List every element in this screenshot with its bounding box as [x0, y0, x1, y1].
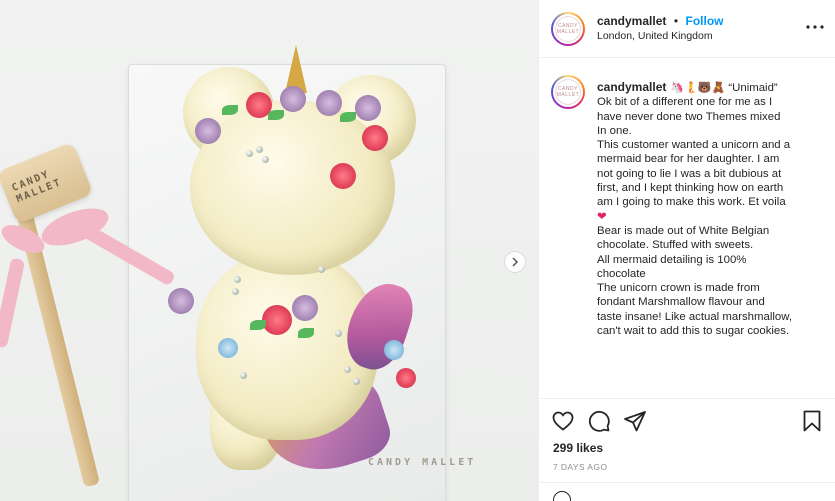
sugar-leaf: [298, 328, 314, 338]
bear-head: [190, 100, 395, 275]
header-user-row: candymallet • Follow: [597, 12, 723, 30]
sugar-pearl: [344, 366, 351, 373]
heart-icon[interactable]: [551, 409, 575, 433]
caption-line: first, and I kept thinking how on earth: [597, 182, 784, 195]
caption-line: In one.: [597, 124, 632, 137]
pink-ribbon-tail: [0, 257, 26, 349]
caption-line: mermaid bear for her daughter. I am: [597, 153, 780, 166]
caption-username[interactable]: candymallet: [597, 80, 666, 94]
header-username[interactable]: candymallet: [597, 14, 666, 28]
sugar-flower: [168, 288, 194, 314]
sugar-flower: [292, 295, 318, 321]
share-icon[interactable]: [623, 409, 647, 433]
chevron-right-icon: [512, 257, 519, 267]
comment-icon[interactable]: [587, 409, 611, 433]
caption-emojis: 🦄🧜🐻🧸: [670, 81, 726, 94]
caption-avatar[interactable]: CANDY MALLET: [551, 75, 585, 109]
caption-line: fondant Marshmallow flavour and: [597, 296, 765, 309]
heart-emoji: ❤: [597, 210, 607, 223]
caption-line: Bear is made out of White Belgian: [597, 224, 770, 237]
sugar-flower: [316, 90, 342, 116]
sugar-pearl: [246, 150, 253, 157]
avatar-logo: CANDY MALLET: [553, 14, 583, 44]
sugar-leaf: [340, 112, 356, 122]
likes-count[interactable]: 299 likes: [553, 441, 603, 455]
caption-title: “Unimaid”: [728, 82, 778, 94]
post-actions: [539, 398, 835, 442]
smiley-icon[interactable]: [553, 491, 571, 501]
sugar-flower: [355, 95, 381, 121]
avatar-logo: CANDY MALLET: [553, 77, 583, 107]
caption-line: have never done two Themes mixed: [597, 110, 781, 123]
caption-line: am I going to make this work. Et voila: [597, 196, 786, 209]
avatar[interactable]: CANDY MALLET: [551, 12, 585, 46]
caption-line: not going to lie I was a bit dubious at: [597, 167, 782, 180]
caption-line: This customer wanted a unicorn and a: [597, 139, 791, 152]
caption-line: Ok bit of a different one for me as I: [597, 96, 773, 109]
sugar-flower: [195, 118, 221, 144]
sugar-pearl: [232, 288, 239, 295]
post-photo[interactable]: CANDY MALLET CANDY MALLET: [0, 0, 538, 501]
next-photo-button[interactable]: [504, 251, 526, 273]
sugar-flower: [280, 86, 306, 112]
sugar-pearl: [234, 276, 241, 283]
sugar-pearl: [262, 156, 269, 163]
post-sidebar: CANDY MALLET candymallet • Follow London…: [538, 0, 835, 501]
caption-line: chocolate. Stuffed with sweets.: [597, 239, 754, 252]
sugar-flower: [362, 125, 388, 151]
sugar-pearl: [318, 266, 325, 273]
sugar-pearl: [240, 372, 247, 379]
sugar-flower: [330, 163, 356, 189]
caption-line: The unicorn crown is made from: [597, 282, 760, 295]
sugar-leaf: [250, 320, 266, 330]
sugar-pearl: [256, 146, 263, 153]
follow-button[interactable]: Follow: [685, 14, 723, 28]
sugar-leaf: [268, 110, 284, 120]
post-timestamp[interactable]: 7 DAYS AGO: [553, 462, 607, 472]
caption-line: can't wait to add this to sugar cookies.: [597, 325, 790, 338]
ellipsis-icon[interactable]: [806, 16, 824, 34]
sugar-flower: [262, 305, 292, 335]
caption: candymallet 🦄🧜🐻🧸 “Unimaid” Ok bit of a di…: [597, 80, 827, 338]
sugar-flower: [218, 338, 238, 358]
bookmark-icon[interactable]: [800, 409, 824, 433]
location-link[interactable]: London, United Kingdom: [597, 30, 713, 42]
sugar-leaf: [222, 105, 238, 115]
sugar-flower: [384, 340, 404, 360]
sugar-flower: [396, 368, 416, 388]
caption-line: All mermaid detailing is 100%: [597, 253, 747, 266]
caption-head: candymallet 🦄🧜🐻🧸 “Unimaid”: [597, 80, 827, 95]
caption-line: taste insane! Like actual marshmallow,: [597, 310, 793, 323]
comment-bar: [539, 482, 835, 501]
board-brand-text: CANDY MALLET: [368, 457, 477, 468]
sugar-pearl: [353, 378, 360, 385]
sugar-pearl: [335, 330, 342, 337]
caption-line: chocolate: [597, 267, 646, 280]
header-separator: •: [673, 14, 679, 28]
post-header: CANDY MALLET candymallet • Follow London…: [539, 0, 835, 58]
